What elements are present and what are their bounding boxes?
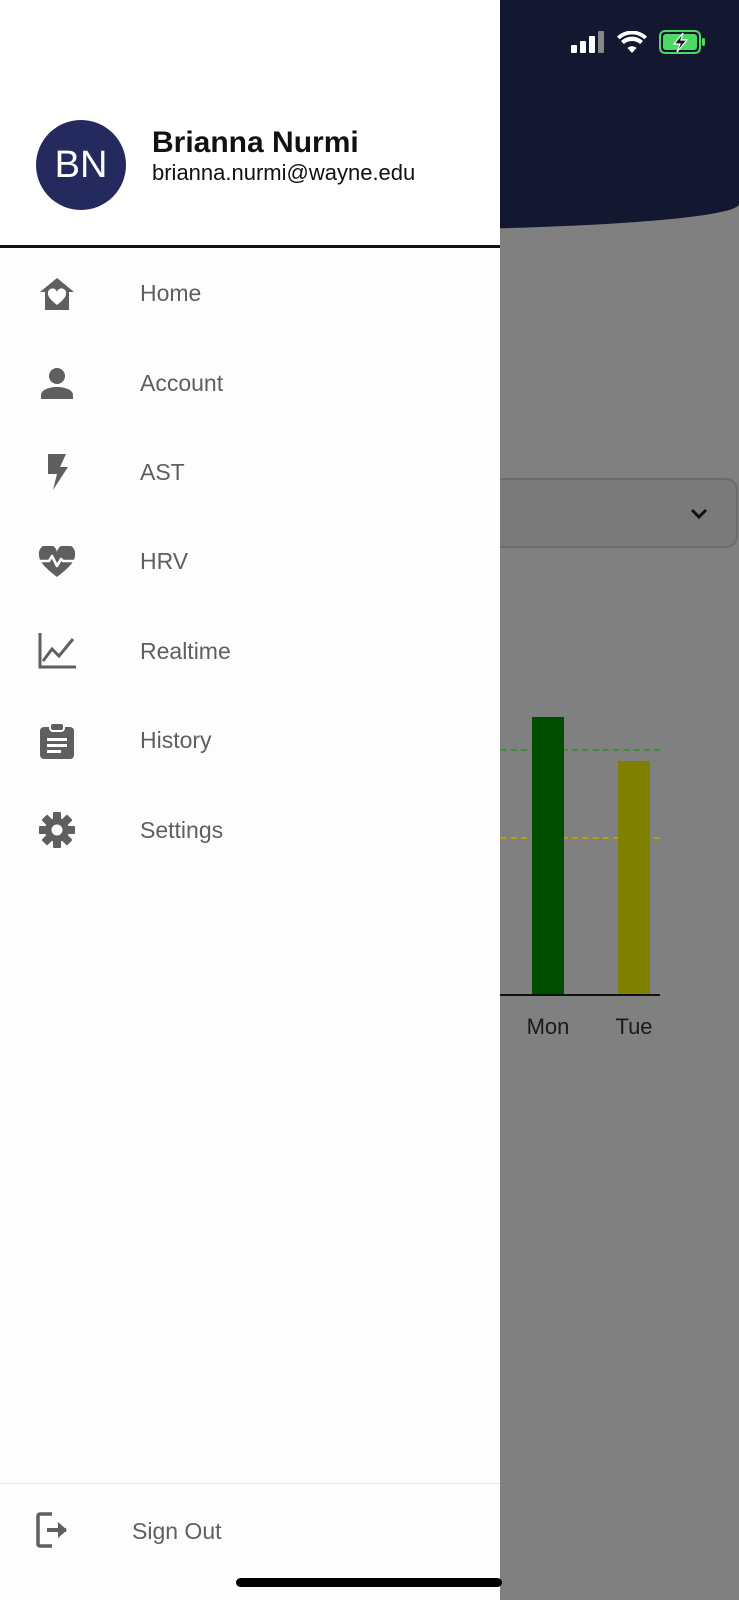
sign-out-button[interactable]: Sign Out	[0, 1492, 500, 1572]
profile-header: BN Brianna Nurmi brianna.nurmi@wayne.edu	[0, 0, 500, 248]
heartbeat-icon	[38, 543, 76, 581]
x-tick-label: Mon	[526, 1014, 570, 1039]
home-heart-icon	[38, 275, 76, 313]
menu-item-history[interactable]: History	[0, 696, 500, 785]
gear-icon	[38, 811, 76, 849]
menu-item-label: History	[140, 727, 212, 754]
menu-item-ast[interactable]: AST	[0, 428, 500, 517]
sign-out-icon	[36, 1512, 74, 1550]
menu-item-account[interactable]: Account	[0, 338, 500, 427]
menu-item-label: Realtime	[140, 637, 231, 664]
menu-item-label: HRV	[140, 548, 189, 575]
person-icon	[38, 364, 76, 402]
lightning-icon	[38, 453, 76, 491]
menu-item-home[interactable]: Home	[0, 249, 500, 338]
menu-item-label: Home	[140, 280, 202, 307]
line-chart-icon	[38, 632, 76, 670]
chart-bar	[618, 761, 650, 994]
clipboard-icon	[38, 722, 76, 760]
chevron-down-icon	[688, 502, 710, 529]
menu-item-label: AST	[140, 458, 185, 485]
battery-charging-icon	[659, 30, 707, 59]
weekly-bar-chart: Mon Tue	[480, 700, 680, 1050]
user-email: brianna.nurmi@wayne.edu	[152, 160, 416, 185]
chart-bar	[532, 717, 564, 994]
avatar[interactable]: BN	[36, 120, 126, 210]
drawer-menu: Home Account AST HRV Realtime History Se…	[0, 249, 500, 875]
status-bar	[571, 30, 707, 59]
x-tick-label: Tue	[615, 1014, 653, 1039]
threshold-line	[480, 749, 660, 751]
home-indicator	[236, 1578, 502, 1587]
user-name: Brianna Nurmi	[152, 126, 359, 159]
signal-icon	[571, 31, 605, 58]
menu-item-label: Account	[140, 369, 224, 396]
wifi-icon	[617, 30, 647, 58]
menu-item-hrv[interactable]: HRV	[0, 517, 500, 606]
navigation-drawer: BN Brianna Nurmi brianna.nurmi@wayne.edu…	[0, 0, 500, 1600]
sign-out-label: Sign Out	[132, 1518, 222, 1544]
x-axis	[480, 994, 660, 996]
menu-item-realtime[interactable]: Realtime	[0, 607, 500, 696]
menu-item-label: Settings	[140, 816, 224, 843]
menu-item-settings[interactable]: Settings	[0, 785, 500, 874]
